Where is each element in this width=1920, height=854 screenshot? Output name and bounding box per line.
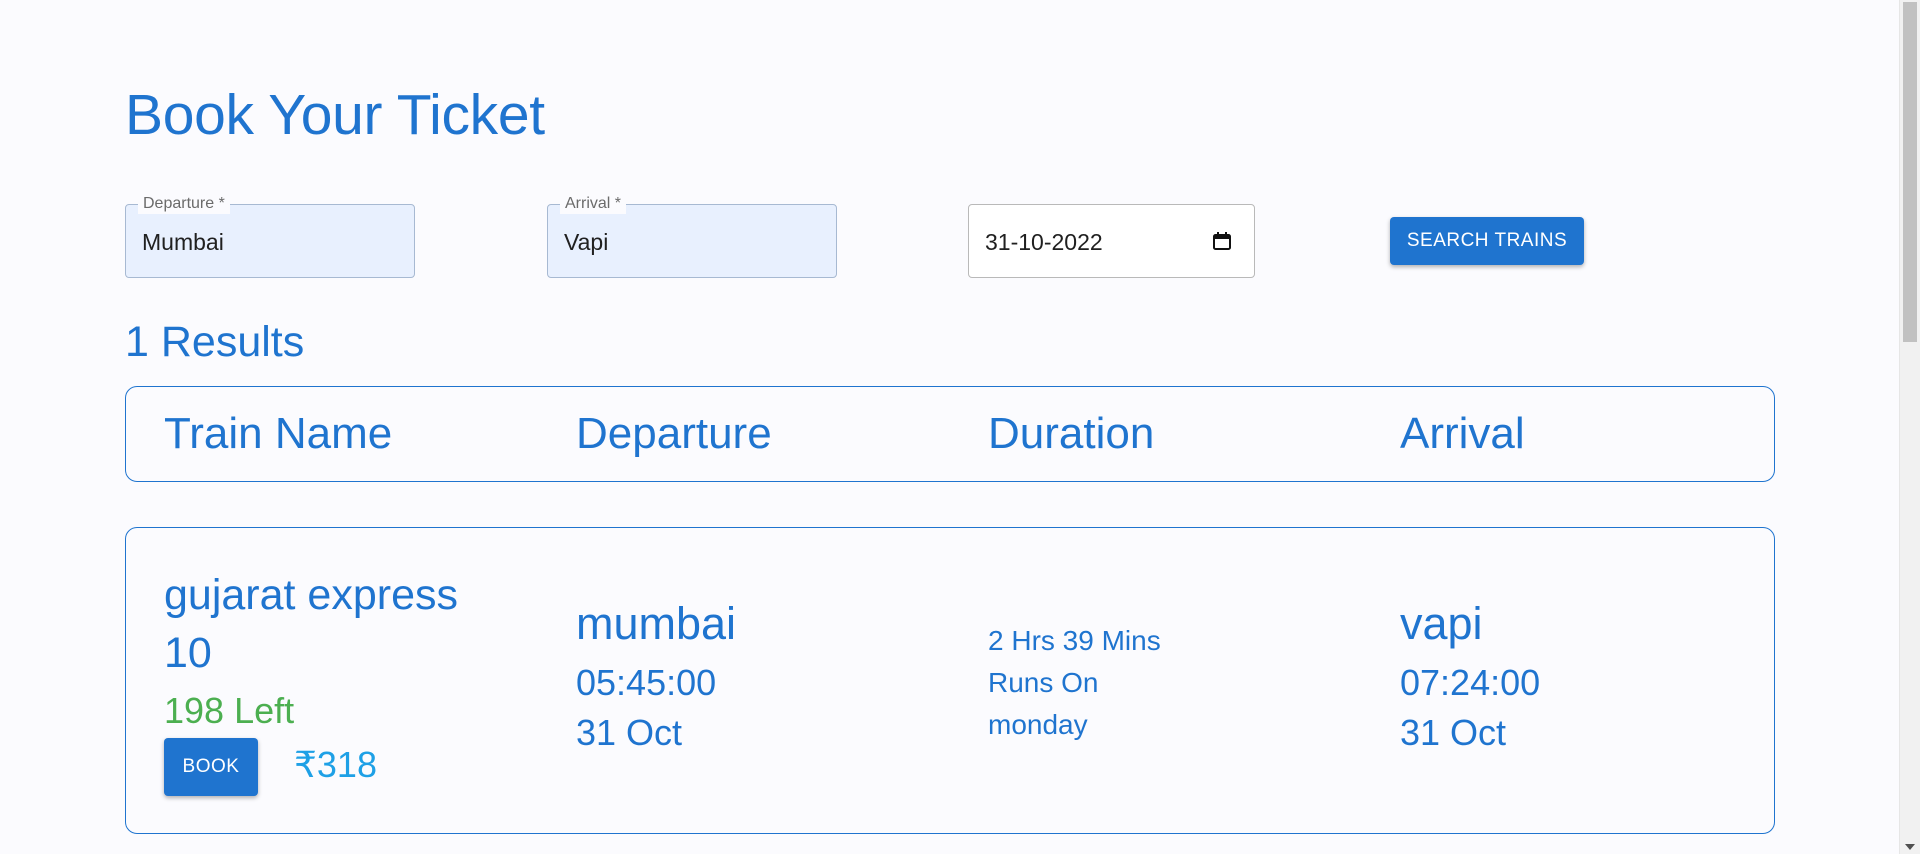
book-button[interactable]: BOOK [164,738,258,796]
vertical-scrollbar[interactable] [1899,0,1920,854]
departure-input[interactable] [142,227,372,257]
departure-date: 31 Oct [576,712,683,753]
arrival-station: vapi [1400,598,1483,649]
train-result-card: gujarat express 10 198 Left BOOK ₹318 mu… [125,527,1775,834]
arrival-field[interactable]: Arrival * [547,194,837,278]
results-count: 1 Results [125,318,305,366]
arrival-date: 31 Oct [1400,712,1507,753]
calendar-icon[interactable] [1212,231,1232,251]
runs-on-label: Runs On [988,667,1099,698]
arrival-time: 07:24:00 [1400,662,1541,703]
seats-left: 198 Left [164,690,295,731]
date-field[interactable] [968,204,1255,278]
scroll-down-arrow-icon[interactable] [1905,844,1915,850]
departure-station: mumbai [576,598,737,649]
departure-label: Departure * [138,194,230,214]
trip-duration: 2 Hrs 39 Mins [988,625,1161,656]
results-header: Train Name Departure Duration Arrival [125,386,1775,482]
departure-time: 05:45:00 [576,662,717,703]
page-title: Book Your Ticket [125,83,545,147]
train-name: gujarat express 10 [164,571,458,677]
arrival-input[interactable] [564,227,794,257]
column-header-train-name: Train Name [164,409,393,458]
date-input[interactable] [985,227,1215,257]
page: Book Your Ticket Departure * Arrival * S… [0,0,1920,854]
ticket-price: ₹318 [294,744,377,785]
column-header-duration: Duration [988,409,1155,458]
search-trains-button[interactable]: SEARCH TRAINS [1390,217,1584,265]
column-header-arrival: Arrival [1400,409,1525,458]
runs-on-day: monday [988,709,1088,740]
departure-field[interactable]: Departure * [125,194,415,278]
scrollbar-thumb[interactable] [1903,2,1917,342]
arrival-label: Arrival * [560,194,627,214]
column-header-departure: Departure [576,409,772,458]
